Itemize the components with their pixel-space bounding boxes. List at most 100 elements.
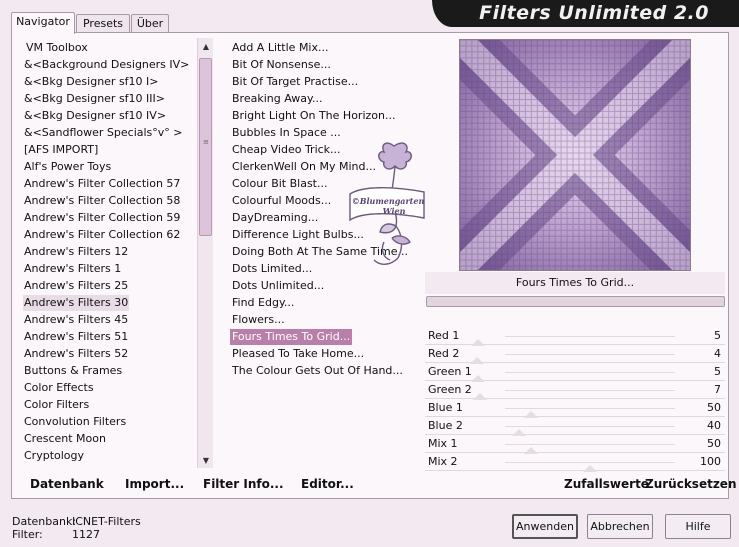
preview-progress-bar [426, 296, 725, 307]
filter-item[interactable]: Dots Unlimited... [230, 278, 326, 294]
category-item[interactable]: Andrew's Filters 1 [23, 261, 122, 277]
category-item[interactable]: Alf's Power Toys [23, 159, 112, 175]
param-value: 50 [707, 437, 721, 450]
param-slider-track[interactable] [505, 354, 675, 355]
category-item[interactable]: Andrew's Filter Collection 62 [23, 227, 181, 243]
param-slider-track[interactable] [505, 390, 675, 391]
tab-ueber[interactable]: Über [131, 14, 169, 33]
filter-item[interactable]: Pleased To Take Home... [230, 346, 366, 362]
category-list[interactable]: VM Toolbox &<Background Designers IV> &<Bk… [11, 38, 197, 468]
category-item[interactable]: Andrew's Filters 45 [23, 312, 129, 328]
scroll-up-arrow-icon[interactable]: ▲ [201, 42, 211, 52]
category-item[interactable]: Buttons & Frames [23, 363, 123, 379]
help-button[interactable]: Hilfe [665, 514, 731, 539]
param-label: Red 2 [428, 347, 460, 360]
filter-count-value: 1127 [72, 528, 100, 541]
param-label: Green 2 [428, 383, 472, 396]
category-item[interactable]: Distortion Filters [23, 465, 115, 468]
category-item[interactable]: Convolution Filters [23, 414, 127, 430]
filter-item[interactable]: Colourful Moods... [230, 193, 333, 209]
editor-button[interactable]: Editor... [301, 477, 354, 491]
filter-item[interactable]: Bit Of Target Practise... [230, 74, 360, 90]
scroll-thumb[interactable]: ≡ [199, 58, 212, 236]
filter-item[interactable]: Colour Bit Blast... [230, 176, 329, 192]
category-item[interactable]: Andrew's Filters 51 [23, 329, 129, 345]
category-item[interactable]: Andrew's Filter Collection 57 [23, 176, 181, 192]
param-row[interactable]: Red 2 4 [425, 345, 725, 364]
param-slider-track[interactable] [505, 462, 675, 463]
category-item[interactable]: &<Sandflower Specials°v° > [23, 125, 184, 141]
cancel-button[interactable]: Abbrechen [587, 514, 653, 539]
category-item[interactable]: Cryptology [23, 448, 85, 464]
param-row[interactable]: Blue 1 50 [425, 399, 725, 418]
datenbank-button[interactable]: Datenbank [30, 477, 104, 491]
iris-flower-icon: ©Blumengarten Wien [349, 142, 425, 265]
param-label: Mix 2 [428, 455, 458, 468]
param-row[interactable]: Green 2 7 [425, 381, 725, 400]
param-label: Green 1 [428, 365, 472, 378]
filter-item[interactable]: The Colour Gets Out Of Hand... [230, 363, 405, 379]
param-row[interactable]: Mix 2 100 [425, 453, 725, 472]
database-value: ICNET-Filters [72, 515, 141, 528]
category-item[interactable]: Andrew's Filter Collection 58 [23, 193, 181, 209]
filter-item[interactable]: Bubbles In Space ... [230, 125, 343, 141]
watermark-line1: ©Blumengarten [352, 196, 425, 206]
param-row[interactable]: Green 1 5 [425, 363, 725, 382]
param-value: 5 [714, 365, 721, 378]
filter-item[interactable]: Dots Limited... [230, 261, 314, 277]
filter-item[interactable]: Bright Light On The Horizon... [230, 108, 397, 124]
category-item[interactable]: Color Filters [23, 397, 90, 413]
category-scrollbar[interactable]: ▲ ≡ ▼ [197, 38, 213, 468]
param-label: Blue 1 [428, 401, 463, 414]
title-banner: Filters Unlimited 2.0 [432, 0, 739, 27]
category-item[interactable]: Andrew's Filters 25 [23, 278, 129, 294]
category-item[interactable]: [AFS IMPORT] [23, 142, 99, 158]
param-slider-track[interactable] [505, 408, 675, 409]
zuruecksetzen-button[interactable]: Zurücksetzen [645, 477, 736, 491]
param-row[interactable]: Red 1 5 [425, 327, 725, 346]
tab-navigator[interactable]: Navigator [11, 12, 75, 34]
category-item[interactable]: &<Background Designers IV> [23, 57, 190, 73]
filter-item[interactable]: Find Edgy... [230, 295, 296, 311]
category-item[interactable]: Andrew's Filters 52 [23, 346, 129, 362]
filter-info-button[interactable]: Filter Info... [203, 477, 284, 491]
param-value: 100 [700, 455, 721, 468]
filter-item[interactable]: Cheap Video Trick... [230, 142, 343, 158]
filter-item[interactable]: Fours Times To Grid... [230, 329, 353, 345]
scroll-grip-icon: ≡ [203, 138, 209, 146]
filter-item[interactable]: DayDreaming... [230, 210, 320, 226]
param-label: Red 1 [428, 329, 460, 342]
param-slider-track[interactable] [505, 444, 675, 445]
category-item[interactable]: Color Effects [23, 380, 95, 396]
category-item[interactable]: Andrew's Filters 12 [23, 244, 129, 260]
param-slider-track[interactable] [505, 426, 675, 427]
category-item[interactable]: &<Bkg Designer sf10 I> [23, 74, 160, 90]
param-slider-track[interactable] [505, 372, 675, 373]
import-button[interactable]: Import... [125, 477, 184, 491]
category-item[interactable]: VM Toolbox [25, 40, 89, 56]
category-item[interactable]: Andrew's Filters 30 [23, 295, 130, 311]
category-item[interactable]: Crescent Moon [23, 431, 107, 447]
database-label: Datenbank: [12, 515, 77, 528]
zufallswerte-button[interactable]: Zufallswerte [564, 477, 649, 491]
category-item[interactable]: &<Bkg Designer sf10 III> [23, 91, 166, 107]
param-slider-track[interactable] [505, 336, 675, 337]
param-value: 40 [707, 419, 721, 432]
filter-item[interactable]: Bit Of Nonsense... [230, 57, 333, 73]
param-label: Blue 2 [428, 419, 463, 432]
category-item[interactable]: Andrew's Filter Collection 59 [23, 210, 181, 226]
filter-preview-image [459, 39, 691, 271]
tab-presets[interactable]: Presets [76, 14, 130, 33]
watermark-line2: Wien [383, 206, 406, 216]
preview-filter-name: Fours Times To Grid... [425, 272, 725, 294]
param-label: Mix 1 [428, 437, 458, 450]
apply-button[interactable]: Anwenden [512, 514, 578, 539]
bottom-toolbar: Datenbank Import... Filter Info... Edito… [11, 470, 736, 498]
param-row[interactable]: Mix 1 50 [425, 435, 725, 454]
category-item[interactable]: &<Bkg Designer sf10 IV> [23, 108, 167, 124]
param-row[interactable]: Blue 2 40 [425, 417, 725, 436]
scroll-down-arrow-icon[interactable]: ▼ [201, 456, 211, 466]
filter-item[interactable]: Flowers... [230, 312, 287, 328]
filter-item[interactable]: Breaking Away... [230, 91, 324, 107]
filter-item[interactable]: Add A Little Mix... [230, 40, 331, 56]
